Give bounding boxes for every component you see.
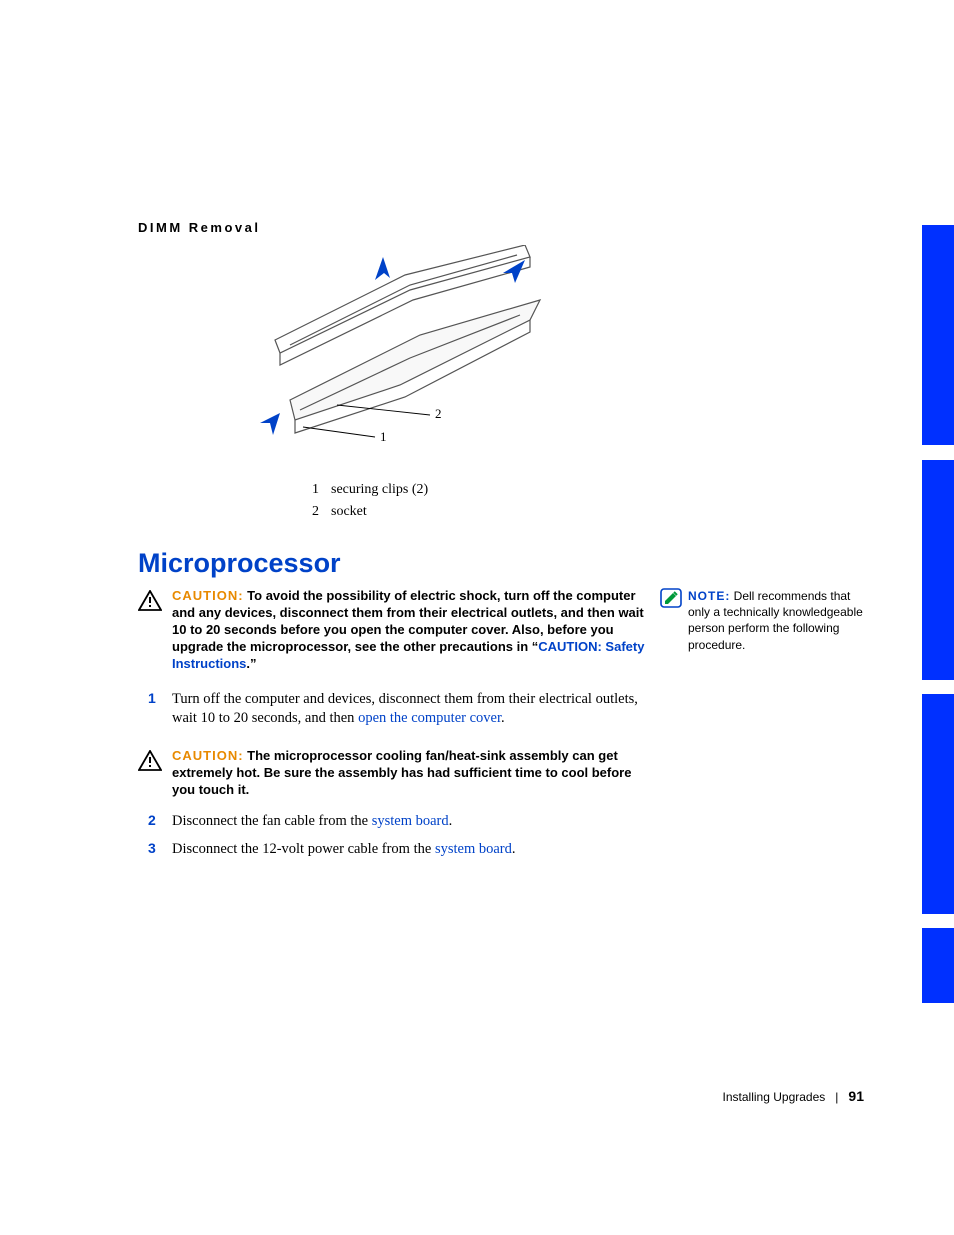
step-text-pre: Disconnect the 12-volt power cable from …	[172, 841, 435, 857]
step-1: 1 Turn off the computer and devices, dis…	[148, 690, 648, 727]
step-3: 3 Disconnect the 12-volt power cable fro…	[148, 840, 648, 859]
system-board-link[interactable]: system board	[435, 841, 512, 857]
side-tab	[922, 928, 954, 1003]
legend-row: 2 socket	[312, 502, 438, 522]
caution-block: CAUTION: To avoid the possibility of ele…	[138, 588, 648, 672]
dimm-removal-diagram: 1 2	[245, 245, 545, 455]
side-tab	[922, 694, 954, 914]
legend-num: 2	[312, 502, 329, 522]
diagram-legend: 1 securing clips (2) 2 socket	[310, 478, 440, 524]
side-tab	[922, 225, 954, 445]
step-body: Disconnect the fan cable from the system…	[172, 812, 648, 831]
step-2: 2 Disconnect the fan cable from the syst…	[148, 812, 648, 831]
step-number: 2	[148, 812, 156, 828]
step-text-post: .	[512, 841, 516, 857]
arrow-out-icon	[260, 413, 280, 435]
caution-triangle-icon	[138, 590, 162, 612]
dimm-removal-heading: DIMM Removal	[138, 220, 260, 235]
note-label: NOTE:	[688, 589, 730, 603]
legend-desc: socket	[331, 502, 438, 522]
note-text: NOTE: Dell recommends that only a techni…	[688, 588, 870, 653]
caution-text: CAUTION: The microprocessor cooling fan/…	[172, 748, 648, 799]
step-text-post: .	[501, 710, 505, 726]
note-block: NOTE: Dell recommends that only a techni…	[660, 588, 870, 653]
caution-label: CAUTION:	[172, 588, 244, 603]
step-number: 3	[148, 840, 156, 856]
page-footer: Installing Upgrades | 91	[723, 1088, 864, 1104]
diagram-callout-2: 2	[435, 406, 442, 421]
step-text-pre: Disconnect the fan cable from the	[172, 813, 372, 829]
step-number: 1	[148, 690, 156, 706]
diagram-callout-1: 1	[380, 429, 387, 444]
caution-block: CAUTION: The microprocessor cooling fan/…	[138, 748, 648, 799]
step-text-post: .	[449, 813, 453, 829]
step-body: Disconnect the 12-volt power cable from …	[172, 840, 648, 859]
legend-num: 1	[312, 480, 329, 500]
step-body: Turn off the computer and devices, disco…	[172, 690, 648, 727]
open-cover-link[interactable]: open the computer cover	[358, 710, 501, 726]
footer-section: Installing Upgrades	[723, 1090, 826, 1104]
legend-row: 1 securing clips (2)	[312, 480, 438, 500]
microprocessor-heading: Microprocessor	[138, 548, 341, 579]
legend-desc: securing clips (2)	[331, 480, 438, 500]
caution-label: CAUTION:	[172, 748, 244, 763]
system-board-link[interactable]: system board	[372, 813, 449, 829]
page-number: 91	[848, 1088, 864, 1104]
caution-text: CAUTION: To avoid the possibility of ele…	[172, 588, 648, 672]
footer-separator: |	[835, 1090, 838, 1104]
note-pencil-icon	[660, 588, 682, 608]
caution-triangle-icon	[138, 750, 162, 772]
arrow-up-icon	[375, 257, 390, 280]
side-tab	[922, 460, 954, 680]
caution-body-post: .”	[246, 656, 256, 671]
